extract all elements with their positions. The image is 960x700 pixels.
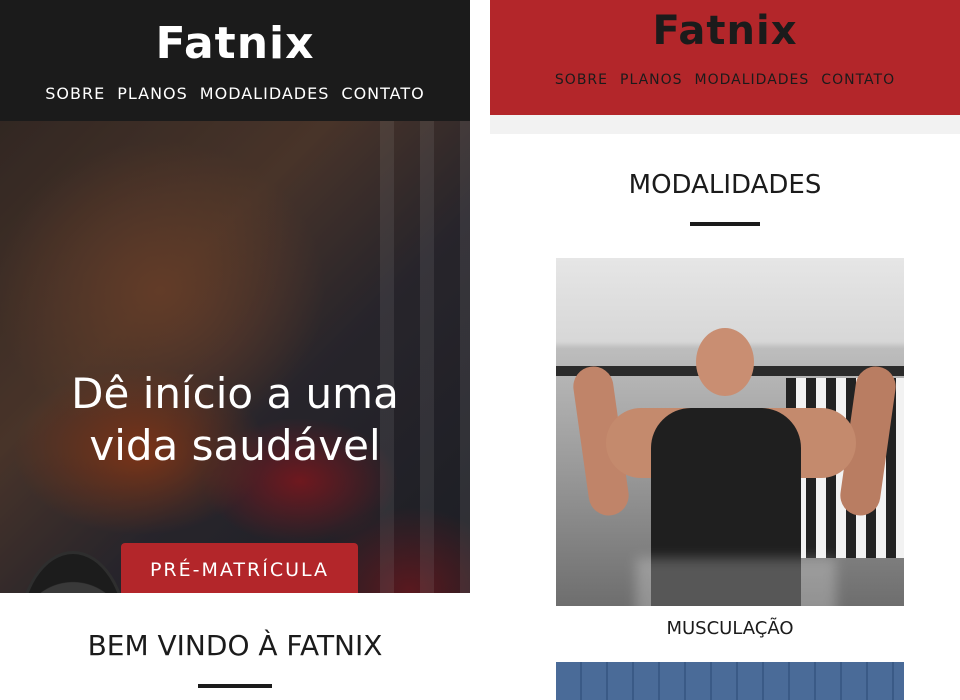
nav-planos[interactable]: PLANOS	[620, 72, 683, 88]
hero-title: Dê início a uma vida saudável	[0, 368, 470, 472]
head-graphic	[696, 328, 754, 396]
nav-contato[interactable]: CONTATO	[821, 72, 895, 88]
nav-sobre[interactable]: SOBRE	[45, 84, 105, 103]
musculacao-card-caption[interactable]: MUSCULAÇÃO	[556, 618, 904, 639]
nav-contato[interactable]: CONTATO	[341, 84, 424, 103]
mobile-view-modalidades: Fatnix SOBRE PLANOS MODALIDADES CONTATO …	[490, 0, 960, 700]
section-divider	[198, 684, 272, 688]
site-header: Fatnix SOBRE PLANOS MODALIDADES CONTATO	[0, 0, 470, 121]
nav-sobre[interactable]: SOBRE	[555, 72, 608, 88]
next-modalidade-card-image[interactable]	[556, 662, 904, 700]
header-spacer-strip	[490, 115, 960, 134]
hero-title-line2: vida saudável	[89, 421, 381, 470]
brand-logo[interactable]: Fatnix	[0, 0, 470, 70]
welcome-title: BEM VINDO À FATNIX	[87, 629, 383, 662]
site-header-red: Fatnix SOBRE PLANOS MODALIDADES CONTATO	[490, 0, 960, 115]
nav-modalidades[interactable]: MODALIDADES	[695, 72, 810, 88]
section-title: MODALIDADES	[628, 170, 822, 200]
brand-logo[interactable]: Fatnix	[490, 0, 960, 54]
main-nav: SOBRE PLANOS MODALIDADES CONTATO	[490, 72, 960, 88]
mobile-view-home: Fatnix SOBRE PLANOS MODALIDADES CONTATO …	[0, 0, 470, 700]
main-nav: SOBRE PLANOS MODALIDADES CONTATO	[0, 84, 470, 103]
nav-modalidades[interactable]: MODALIDADES	[200, 84, 330, 103]
hero-title-line1: Dê início a uma	[71, 369, 399, 418]
pre-matricula-button[interactable]: PRÉ-MATRÍCULA	[121, 543, 358, 593]
hero-content: Dê início a uma vida saudável PRÉ-MATRÍC…	[0, 121, 470, 593]
section-divider	[690, 222, 760, 226]
musculacao-card-image[interactable]	[556, 258, 904, 606]
welcome-section: BEM VINDO À FATNIX	[0, 593, 470, 688]
nav-planos[interactable]: PLANOS	[117, 84, 188, 103]
hero-section: Dê início a uma vida saudável PRÉ-MATRÍC…	[0, 121, 470, 593]
light-flare-graphic	[636, 558, 836, 606]
